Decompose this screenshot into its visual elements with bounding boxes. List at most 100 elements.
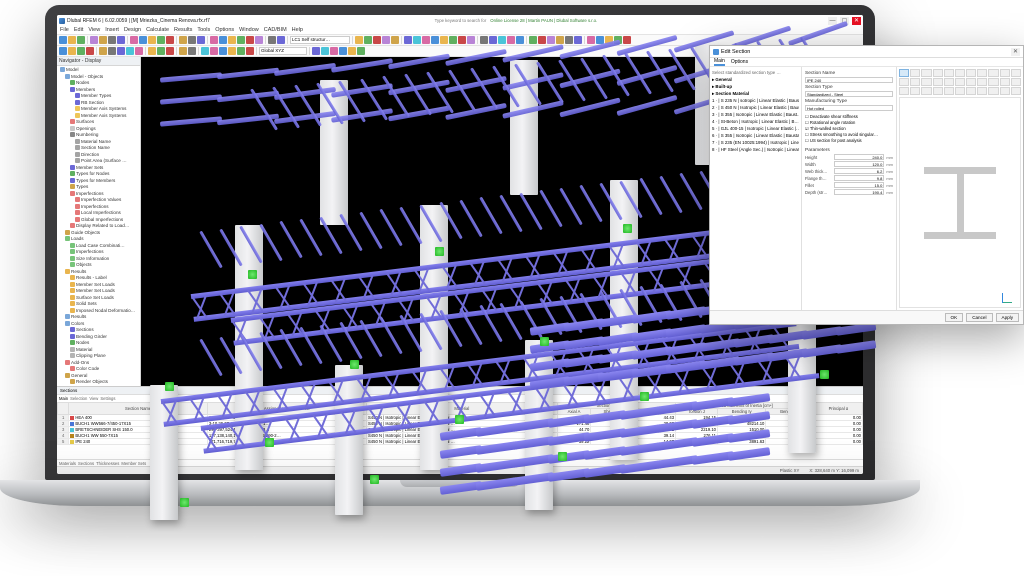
sections-footer-tabs[interactable]: MaterialsSectionsThicknessesMember Sets: [57, 459, 863, 466]
toolbar-button[interactable]: [565, 36, 573, 44]
menu-window[interactable]: Window: [239, 27, 259, 33]
dialog-list-item[interactable]: 1 · | S 235 N | sotropic | Linear Elasti…: [712, 97, 799, 104]
toolbar-button[interactable]: [228, 36, 236, 44]
menu-cad/bim[interactable]: CAD/BIM: [264, 27, 287, 33]
sections-panel-tabs[interactable]: MainSelectionViewSettings: [57, 395, 863, 402]
toolbar-button[interactable]: [547, 36, 555, 44]
toolbar-button[interactable]: [77, 47, 85, 55]
menu-view[interactable]: View: [88, 27, 100, 33]
toolbar-button[interactable]: [210, 36, 218, 44]
toolbar-button[interactable]: [59, 47, 67, 55]
toolbar-button[interactable]: [516, 36, 524, 44]
toolbar-button[interactable]: [246, 47, 254, 55]
nav-item[interactable]: Display Related to Load…: [57, 223, 140, 230]
toolbar-button[interactable]: [480, 36, 488, 44]
param-b[interactable]: Width120.0mm: [805, 161, 893, 167]
toolbar-button[interactable]: [126, 47, 134, 55]
footer-tab[interactable]: Materials: [59, 461, 76, 466]
toolbar-button[interactable]: [166, 36, 174, 44]
shape-option[interactable]: [1000, 78, 1010, 86]
dialog-list-item[interactable]: 7 · | S 235 (EN 10025:1994) | Isotropic …: [712, 139, 799, 146]
shape-option[interactable]: [1000, 87, 1010, 95]
maximize-button[interactable]: ▢: [840, 17, 849, 25]
toolbar-button[interactable]: [157, 36, 165, 44]
toolbar-button[interactable]: [431, 36, 439, 44]
shape-option[interactable]: [1011, 78, 1021, 86]
toolbar-button[interactable]: [201, 47, 209, 55]
toolbar-button[interactable]: [157, 47, 165, 55]
shape-option[interactable]: [988, 87, 998, 95]
menu-design[interactable]: Design: [124, 27, 141, 33]
toolbar-button[interactable]: [90, 36, 98, 44]
toolbar-button[interactable]: [77, 36, 85, 44]
param-h[interactable]: Height240.0mm: [805, 154, 893, 160]
shape-option[interactable]: [910, 78, 920, 86]
toolbar-button[interactable]: [237, 36, 245, 44]
dialog-list-item[interactable]: 8 · | HF Steel (Angle Sec.) | Isotropic …: [712, 146, 799, 153]
toolbar-button[interactable]: [117, 47, 125, 55]
toolbar-button[interactable]: [391, 36, 399, 44]
toolbar-button[interactable]: [237, 47, 245, 55]
dialog-tab[interactable]: Main: [714, 58, 725, 66]
shape-option[interactable]: [933, 69, 943, 77]
dialog-list-item[interactable]: 3 · | S 355 | Isotropic | Linear Elastic…: [712, 111, 799, 118]
table-tab[interactable]: Main: [59, 396, 68, 401]
toolbar-button[interactable]: [246, 36, 254, 44]
menu-insert[interactable]: Insert: [105, 27, 119, 33]
shape-option[interactable]: [977, 69, 987, 77]
toolbar-button[interactable]: [179, 47, 187, 55]
table-tab[interactable]: Settings: [100, 396, 115, 401]
toolbar-button[interactable]: [330, 47, 338, 55]
param-d[interactable]: Depth (str…190.4mm: [805, 189, 893, 195]
shape-option[interactable]: [933, 78, 943, 86]
toolbar-button[interactable]: [148, 36, 156, 44]
toolbar-button[interactable]: [373, 36, 381, 44]
toolbar-button[interactable]: [139, 36, 147, 44]
toolbar-button[interactable]: [348, 47, 356, 55]
shape-option[interactable]: [977, 87, 987, 95]
dialog-tabs[interactable]: MainOptions: [710, 58, 1023, 67]
shape-option[interactable]: [966, 78, 976, 86]
shape-option[interactable]: [966, 87, 976, 95]
shape-option[interactable]: [1011, 87, 1021, 95]
shape-option[interactable]: [988, 69, 998, 77]
dialog-list-item[interactable]: 5 · | GJL 400-15 | Isotropic | Linear El…: [712, 125, 799, 132]
shape-option[interactable]: [921, 87, 931, 95]
shape-option[interactable]: [944, 78, 954, 86]
shape-option[interactable]: [944, 87, 954, 95]
menu-tools[interactable]: Tools: [197, 27, 210, 33]
toolbar-button[interactable]: [59, 36, 67, 44]
toolbar-button[interactable]: [219, 47, 227, 55]
shape-option[interactable]: [977, 78, 987, 86]
dialog-list-item[interactable]: 2 · | S 450 N | Isotropic | Linear Elast…: [712, 104, 799, 111]
shape-option[interactable]: [988, 78, 998, 86]
toolbar-button[interactable]: [440, 36, 448, 44]
toolbar-button[interactable]: [68, 36, 76, 44]
param-t[interactable]: Flange th…9.8mm: [805, 175, 893, 181]
minimize-button[interactable]: —: [828, 17, 837, 25]
toolbar-button[interactable]: [277, 36, 285, 44]
sections-grid[interactable]: Section NameAssigned to Member No.Materi…: [57, 402, 863, 459]
toolbar-button[interactable]: [130, 36, 138, 44]
toolbar-button[interactable]: [382, 36, 390, 44]
dialog-ok-button[interactable]: OK: [945, 313, 964, 322]
toolbar-button[interactable]: [268, 36, 276, 44]
menu-options[interactable]: Options: [215, 27, 234, 33]
menu-calculate[interactable]: Calculate: [146, 27, 169, 33]
toolbar-button[interactable]: [86, 47, 94, 55]
toolbar-button[interactable]: [99, 47, 107, 55]
toolbar-button[interactable]: [179, 36, 187, 44]
dialog-list-item[interactable]: 4 · | St-Beton | Isotropic | Linear Elas…: [712, 118, 799, 125]
toolbar-button[interactable]: [538, 36, 546, 44]
mfg-type-input[interactable]: Hot rolled: [805, 105, 893, 111]
toolbar-button[interactable]: [467, 36, 475, 44]
shape-option[interactable]: [921, 78, 931, 86]
param-r[interactable]: Fillet15.0mm: [805, 182, 893, 188]
dialog-close-button[interactable]: ✕: [1011, 48, 1020, 56]
toolbar-button[interactable]: [507, 36, 515, 44]
toolbar-button[interactable]: [489, 36, 497, 44]
shape-option[interactable]: [955, 78, 965, 86]
shape-option[interactable]: [899, 78, 909, 86]
dialog-list-item[interactable]: ▸ Built-up: [712, 83, 799, 90]
dialog-list-item[interactable]: ▸ Section Material: [712, 90, 799, 97]
